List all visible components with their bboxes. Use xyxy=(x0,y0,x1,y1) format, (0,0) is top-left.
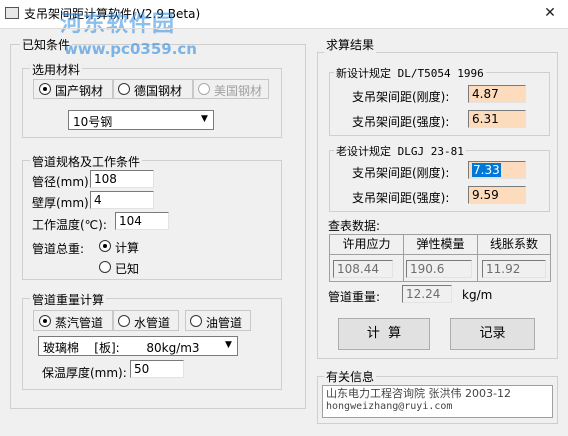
radio-weight-known[interactable] xyxy=(99,261,111,273)
steel-grade-select[interactable]: 10号钢 ▼ xyxy=(68,110,214,130)
radio-domestic[interactable] xyxy=(39,83,51,95)
insulation-material-value: 玻璃棉 [板]: 80kg/m3 xyxy=(43,341,200,355)
old-strength-value[interactable]: 9.59 xyxy=(468,186,526,204)
weight-known-label: 已知 xyxy=(115,262,140,276)
old-standard-group-label: 老设计规定 DLGJ 23-81 xyxy=(334,143,466,159)
pipe-weight-value[interactable]: 12.24 xyxy=(402,285,452,303)
elastic-modulus-value[interactable]: 190.6 xyxy=(406,260,472,278)
thickness-label: 壁厚(mm): xyxy=(32,196,93,210)
pipe-type-steam-label: 蒸汽管道 xyxy=(55,316,104,330)
material-group-label: 选用材料 xyxy=(30,61,83,78)
radio-german[interactable] xyxy=(118,83,130,95)
weight-calc-label: 计算 xyxy=(115,241,140,255)
radio-water[interactable] xyxy=(118,315,130,327)
new-standard-group-label: 新设计规定 DL/T5054 1996 xyxy=(334,65,486,81)
lookup-header-expansion: 线胀系数 xyxy=(489,237,538,251)
radio-oil[interactable] xyxy=(190,315,202,327)
thickness-input[interactable]: 4 xyxy=(90,191,154,209)
material-option-domestic-label: 国产钢材 xyxy=(55,84,104,98)
total-weight-label: 管道总重: xyxy=(32,242,85,256)
watermark-url: www.pc0359.cn xyxy=(64,40,197,58)
insulation-thickness-label: 保温厚度(mm): xyxy=(42,366,127,380)
about-textbox[interactable]: 山东电力工程咨询院 张洪伟 2003-12 hongweizhang@ruyi.… xyxy=(322,385,553,418)
lookup-header-stress: 许用应力 xyxy=(330,235,404,254)
expansion-coefficient-value[interactable]: 11.92 xyxy=(482,260,546,278)
close-button[interactable]: ✕ xyxy=(536,2,564,24)
diameter-input[interactable]: 108 xyxy=(90,170,154,188)
calculate-button[interactable]: 计 算 xyxy=(338,318,430,350)
diameter-label: 管径(mm): xyxy=(32,175,93,189)
new-strength-label: 支吊架间距(强度): xyxy=(352,115,450,129)
old-rigidity-selected-text: 7.33 xyxy=(472,163,501,177)
material-option-us-label: 美国钢材 xyxy=(214,84,263,98)
app-icon xyxy=(5,7,19,19)
pipe-type-water-label: 水管道 xyxy=(134,316,171,330)
chevron-down-icon[interactable]: ▼ xyxy=(197,112,212,128)
temperature-label: 工作温度(℃): xyxy=(32,218,107,232)
temperature-input[interactable]: 104 xyxy=(115,212,169,230)
about-line2: hongweizhang@ruyi.com xyxy=(326,401,453,412)
radio-steam[interactable] xyxy=(39,315,51,327)
allowable-stress-value[interactable]: 108.44 xyxy=(333,260,393,278)
radio-weight-calc[interactable] xyxy=(99,240,111,252)
lookup-label: 查表数据: xyxy=(328,219,381,233)
about-line1: 山东电力工程咨询院 张洪伟 2003-12 xyxy=(326,387,511,400)
close-icon: ✕ xyxy=(544,5,556,21)
radio-us xyxy=(198,83,210,95)
new-rigidity-label: 支吊架间距(刚度): xyxy=(352,90,450,104)
lookup-header-modulus: 弹性模量 xyxy=(404,235,478,254)
pipe-spec-group-label: 管道规格及工作条件 xyxy=(30,153,143,170)
pipe-type-oil-label: 油管道 xyxy=(206,316,243,330)
chevron-down-icon[interactable]: ▼ xyxy=(221,338,236,354)
insulation-material-select[interactable]: 玻璃棉 [板]: 80kg/m3 ▼ xyxy=(38,336,238,356)
pipe-weight-label: 管道重量: xyxy=(328,290,381,304)
results-group-label: 求算结果 xyxy=(324,36,377,53)
pipe-weight-calc-group-label: 管道重量计算 xyxy=(30,291,107,308)
record-button[interactable]: 记录 xyxy=(450,318,535,350)
old-rigidity-value[interactable]: 7.33 xyxy=(468,161,526,179)
material-option-german-label: 德国钢材 xyxy=(134,84,183,98)
steel-grade-value: 10号钢 xyxy=(73,115,113,129)
insulation-thickness-input[interactable]: 50 xyxy=(130,360,184,378)
pipe-weight-unit: kg/m xyxy=(462,288,493,302)
old-rigidity-label: 支吊架间距(刚度): xyxy=(352,166,450,180)
old-strength-label: 支吊架间距(强度): xyxy=(352,191,450,205)
new-rigidity-value[interactable]: 4.87 xyxy=(468,85,526,103)
about-group-label: 有关信息 xyxy=(324,368,377,385)
new-strength-value[interactable]: 6.31 xyxy=(468,110,526,128)
